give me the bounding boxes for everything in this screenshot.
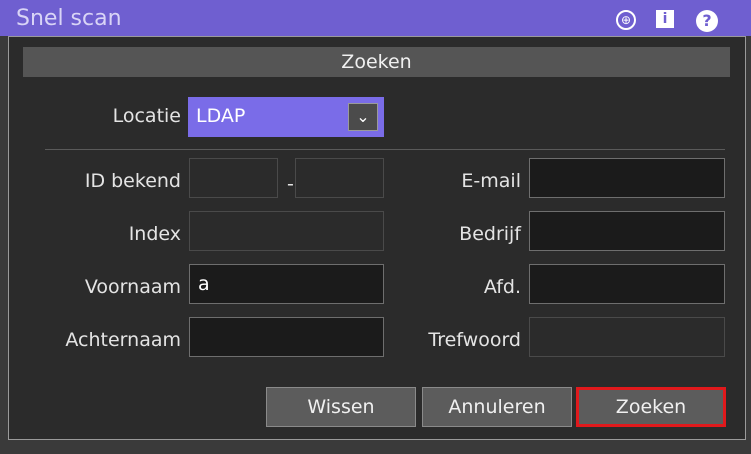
id-field-part1[interactable] xyxy=(189,158,278,198)
company-field[interactable] xyxy=(529,211,725,251)
location-label: Locatie xyxy=(112,105,181,127)
index-field[interactable] xyxy=(189,211,384,251)
chevron-down-icon[interactable]: ⌄ xyxy=(348,103,378,131)
location-value: LDAP xyxy=(196,105,246,127)
location-dropdown[interactable]: LDAP ⌄ xyxy=(188,97,384,137)
app-title: Snel scan xyxy=(16,6,122,31)
id-separator: - xyxy=(287,173,294,195)
dialog-title: Zoeken xyxy=(23,47,730,77)
cancel-button[interactable]: Annuleren xyxy=(422,387,572,427)
firstname-field[interactable]: a xyxy=(189,264,384,304)
department-field[interactable] xyxy=(529,264,725,304)
info-icon[interactable]: i xyxy=(656,10,674,28)
lastname-field[interactable] xyxy=(189,317,384,357)
firstname-label: Voornaam xyxy=(84,276,181,298)
email-label: E-mail xyxy=(461,170,521,192)
search-dialog: Zoeken Locatie LDAP ⌄ ID bekend - E-mail… xyxy=(8,36,746,440)
index-label: Index xyxy=(128,223,181,245)
email-field[interactable] xyxy=(529,158,725,198)
app-bar: Snel scan ⊕ i ? xyxy=(0,0,751,36)
search-button[interactable]: Zoeken xyxy=(576,387,726,427)
id-field-part2[interactable] xyxy=(295,158,384,198)
company-label: Bedrijf xyxy=(459,223,521,245)
department-label: Afd. xyxy=(483,276,521,298)
lastname-label: Achternaam xyxy=(65,329,181,351)
id-label: ID bekend xyxy=(84,170,181,192)
keyword-field[interactable] xyxy=(529,317,725,357)
globe-icon[interactable]: ⊕ xyxy=(616,10,636,30)
keyword-label: Trefwoord xyxy=(428,329,521,351)
help-icon[interactable]: ? xyxy=(696,10,718,32)
clear-button[interactable]: Wissen xyxy=(266,387,416,427)
separator xyxy=(45,149,725,150)
